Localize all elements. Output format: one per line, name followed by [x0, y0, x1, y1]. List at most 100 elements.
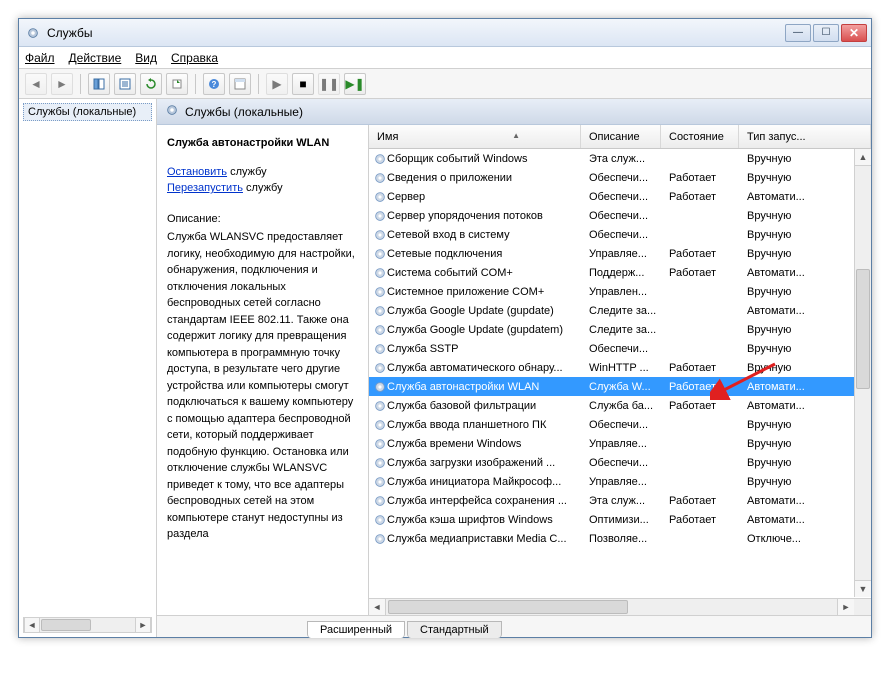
service-gear-icon: [369, 342, 387, 356]
panel-gear-icon: [165, 103, 179, 120]
col-state[interactable]: Состояние: [661, 125, 739, 148]
service-row[interactable]: Система событий COM+Поддерж...РаботаетАв…: [369, 263, 871, 282]
tree-horizontal-scrollbar[interactable]: ◄ ►: [23, 617, 152, 633]
service-gear-icon: [369, 456, 387, 470]
service-row[interactable]: Служба SSTPОбеспечи...Вручную: [369, 339, 871, 358]
service-desc: Служба ба...: [581, 400, 661, 412]
service-row[interactable]: Служба ввода планшетного ПКОбеспечи...Вр…: [369, 415, 871, 434]
service-row[interactable]: Сетевые подключенияУправляе...РаботаетВр…: [369, 244, 871, 263]
maximize-button[interactable]: ☐: [813, 24, 839, 42]
scroll-thumb[interactable]: [41, 619, 91, 631]
service-gear-icon: [369, 437, 387, 451]
service-state: Работает: [661, 381, 739, 393]
menu-action[interactable]: Действие: [69, 51, 122, 65]
service-row[interactable]: СерверОбеспечи...РаботаетАвтомати...: [369, 187, 871, 206]
service-startup: Вручную: [739, 457, 871, 469]
service-detail-pane: Служба автонастройки WLAN Остановить слу…: [157, 125, 369, 615]
toolbar: ◄ ► ? ▶ ■ ❚❚ ▶❚: [19, 69, 871, 99]
service-row[interactable]: Служба времени WindowsУправляе...Вручную: [369, 434, 871, 453]
svg-text:?: ?: [212, 80, 217, 89]
col-startup[interactable]: Тип запус...: [739, 125, 871, 148]
service-row[interactable]: Служба автонастройки WLANСлужба W...Рабо…: [369, 377, 871, 396]
service-gear-icon: [369, 285, 387, 299]
menu-view[interactable]: Вид: [135, 51, 157, 65]
properties-button[interactable]: [114, 73, 136, 95]
service-row[interactable]: Служба базовой фильтрацииСлужба ба...Раб…: [369, 396, 871, 415]
menu-file[interactable]: Файл: [25, 51, 55, 65]
service-startup: Вручную: [739, 229, 871, 241]
service-desc: Обеспечи...: [581, 229, 661, 241]
scroll-left-icon[interactable]: ◄: [369, 599, 386, 615]
service-startup: Автомати...: [739, 191, 871, 203]
selected-service-title: Служба автонастройки WLAN: [167, 135, 358, 152]
service-desc: Обеспечи...: [581, 172, 661, 184]
tree-root-item[interactable]: Службы (локальные): [23, 103, 152, 121]
service-desc: Управляе...: [581, 476, 661, 488]
service-desc: Служба W...: [581, 381, 661, 393]
service-startup: Вручную: [739, 324, 871, 336]
service-name: Служба медиаприставки Media C...: [387, 533, 581, 545]
service-gear-icon: [369, 475, 387, 489]
refresh-button[interactable]: [140, 73, 162, 95]
stop-suffix: службу: [227, 166, 267, 178]
service-name: Служба времени Windows: [387, 438, 581, 450]
minimize-button[interactable]: —: [785, 24, 811, 42]
horizontal-scrollbar[interactable]: ◄ ►: [369, 598, 871, 615]
service-row[interactable]: Сетевой вход в системуОбеспечи...Вручную: [369, 225, 871, 244]
restart-suffix: службу: [243, 182, 283, 194]
service-row[interactable]: Системное приложение COM+Управлен...Вруч…: [369, 282, 871, 301]
service-row[interactable]: Служба инициатора Майкрософ...Управляе..…: [369, 472, 871, 491]
vertical-scrollbar[interactable]: ▲ ▼: [854, 149, 871, 597]
tab-standard[interactable]: Стандартный: [407, 621, 502, 638]
service-state: Работает: [661, 400, 739, 412]
service-gear-icon: [369, 532, 387, 546]
help-button[interactable]: ?: [203, 73, 225, 95]
service-row[interactable]: Служба Google Update (gupdate)Следите за…: [369, 301, 871, 320]
service-startup: Автомати...: [739, 381, 871, 393]
service-row[interactable]: Служба автоматического обнару...WinHTTP …: [369, 358, 871, 377]
sort-asc-icon: ▲: [512, 131, 520, 140]
service-row[interactable]: Служба Google Update (gupdatem)Следите з…: [369, 320, 871, 339]
service-row[interactable]: Служба интерфейса сохранения ...Эта служ…: [369, 491, 871, 510]
stop-link[interactable]: Остановить: [167, 166, 227, 178]
stop-service-button[interactable]: ■: [292, 73, 314, 95]
scroll-thumb[interactable]: [856, 269, 870, 389]
tab-extended[interactable]: Расширенный: [307, 621, 405, 638]
service-name: Системное приложение COM+: [387, 286, 581, 298]
scroll-left-icon[interactable]: ◄: [24, 618, 40, 632]
service-name: Сведения о приложении: [387, 172, 581, 184]
service-startup: Вручную: [739, 153, 871, 165]
service-row[interactable]: Служба медиаприставки Media C...Позволяе…: [369, 529, 871, 548]
service-row[interactable]: Служба кэша шрифтов WindowsОптимизи...Ра…: [369, 510, 871, 529]
service-gear-icon: [369, 152, 387, 166]
service-row[interactable]: Сборщик событий WindowsЭта служ...Вручну…: [369, 149, 871, 168]
service-row[interactable]: Сервер упорядочения потоковОбеспечи...Вр…: [369, 206, 871, 225]
service-startup: Вручную: [739, 419, 871, 431]
restart-service-button[interactable]: ▶❚: [344, 73, 366, 95]
extended-view-button[interactable]: [229, 73, 251, 95]
scroll-right-icon[interactable]: ►: [837, 599, 854, 615]
service-desc: Обеспечи...: [581, 419, 661, 431]
scroll-thumb[interactable]: [388, 600, 628, 614]
export-button[interactable]: [166, 73, 188, 95]
scroll-up-icon[interactable]: ▲: [855, 149, 871, 166]
service-gear-icon: [369, 190, 387, 204]
scroll-down-icon[interactable]: ▼: [855, 580, 871, 597]
service-row[interactable]: Служба загрузки изображений ...Обеспечи.…: [369, 453, 871, 472]
col-description[interactable]: Описание: [581, 125, 661, 148]
restart-link[interactable]: Перезапустить: [167, 182, 243, 194]
col-name[interactable]: Имя▲: [369, 125, 581, 148]
scroll-right-icon[interactable]: ►: [135, 618, 151, 632]
service-startup: Вручную: [739, 343, 871, 355]
show-hide-tree-button[interactable]: [88, 73, 110, 95]
close-button[interactable]: ✕: [841, 24, 867, 42]
menu-help[interactable]: Справка: [171, 51, 218, 65]
service-gear-icon: [369, 304, 387, 318]
service-row[interactable]: Сведения о приложенииОбеспечи...Работает…: [369, 168, 871, 187]
separator: [258, 74, 259, 94]
service-desc: Обеспечи...: [581, 457, 661, 469]
service-startup: Вручную: [739, 172, 871, 184]
service-startup: Вручную: [739, 438, 871, 450]
service-state: Работает: [661, 191, 739, 203]
service-desc: Управляе...: [581, 248, 661, 260]
